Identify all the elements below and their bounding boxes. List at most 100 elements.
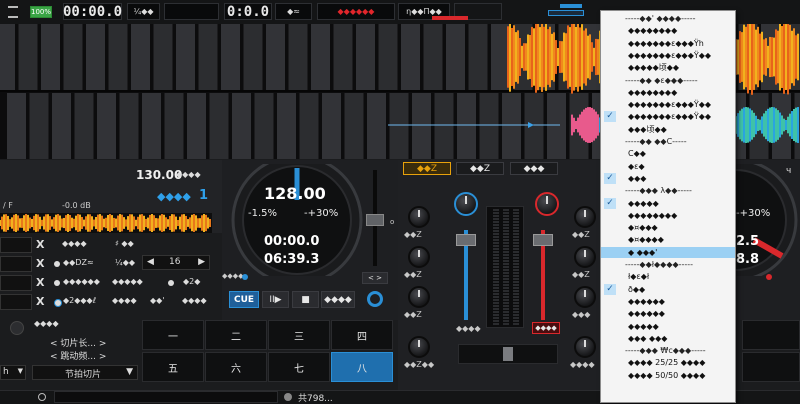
right-pad-bottom[interactable] [742,352,800,382]
menu-item[interactable]: ✓◆◆◆◆◆◆◆ε◆◆◆Ÿ◆◆ [601,111,735,122]
menu-item[interactable]: ◆◆◆◆◆◆ [601,296,735,307]
small-toggle-button[interactable]: ¼◆◆ [127,3,160,20]
gain-knob-left[interactable] [454,192,478,216]
mixer-tab-3[interactable]: ◆◆◆ [510,162,558,175]
menu-item[interactable]: ◆◆◆◆◆◆◆◆ [601,25,735,36]
clear-cue-1-button[interactable]: X [36,238,44,251]
gain-knob-right[interactable] [535,192,559,216]
cue-button[interactable]: CUE [229,291,259,308]
loop-row-2-label[interactable]: ◆◆DZ≈ [63,258,94,267]
pad-6[interactable]: 六 [205,352,267,382]
eq-low-knob-right[interactable] [574,286,596,308]
menu-item[interactable]: ◆◆◆◆◆顷◆◆ [601,62,735,73]
loop-half-button[interactable]: ¼◆◆ [115,258,135,267]
eq-low-knob-left[interactable] [408,286,430,308]
menu-item[interactable]: ◆◆◆◆◆◆◆◆ [601,87,735,98]
filter-dot-icon[interactable] [284,393,292,401]
pitch-nudge-button[interactable]: < > [362,272,388,284]
pad-3[interactable]: 三 [268,320,330,350]
loop-row-1-label[interactable]: ◆◆◆◆ [62,239,87,248]
loop-row-3-right[interactable]: ◆2◆ [183,277,200,286]
pad-1[interactable]: 一 [142,320,204,350]
crossfader-handle[interactable] [503,347,513,361]
menu-item[interactable]: ◆ ◆◆◆' [601,247,735,258]
pad-7[interactable]: 七 [268,352,330,382]
menu-item[interactable]: ✓◆◆◆ [601,173,735,184]
loop-slot-3[interactable] [0,275,32,291]
right-pad-top[interactable] [742,320,800,350]
loop-row-3-extra[interactable]: ◆◆◆◆◆ [112,277,143,286]
loop-row-4-right[interactable]: ◆◆◆◆ [182,296,207,305]
jump-rate-selector[interactable]: < 跳动频... > [50,349,106,362]
sync-label[interactable]: ◆◆◆◆ [157,190,191,203]
pitch-handle[interactable] [366,214,384,226]
menu-item[interactable]: ◆◆◆◆◆◆◆ε◆◆◆Ÿ◆◆ [601,50,735,61]
loop-row-4-mid[interactable]: ◆◆' [150,296,165,305]
menu-item[interactable]: C◆◆ [601,148,735,159]
loop-row-4-extra[interactable]: ◆◆◆◆ [112,296,137,305]
mixer-tab-1[interactable]: ◆◆Z [403,162,451,175]
search-icon[interactable] [38,393,46,401]
eq-high-knob-right[interactable] [574,206,596,228]
red-mode-button[interactable]: ◆◆◆◆◆◆ [317,3,395,20]
loop-slot-1[interactable] [0,237,32,253]
menu-item[interactable]: ◆◆◆◆◆ [601,321,735,332]
pad-4[interactable]: 四 [331,320,393,350]
vu-segment [503,260,509,262]
menu-item[interactable]: ✓ð◆◆ [601,284,735,295]
loop-record-icon[interactable] [367,291,383,307]
pad-5[interactable]: 五 [142,352,204,382]
menu-item[interactable]: ✓◆◆◆◆◆ [601,198,735,209]
row-3-dot-b [168,280,174,286]
mixer-bottom-left-label[interactable]: ◆◆◆◆ [456,324,481,333]
menu-item[interactable]: ◆◆◆ ◆◆◆ [601,333,735,344]
menu-item[interactable]: ◆◆◆◆◆◆◆ε◆◆◆Ÿh [601,38,735,49]
slicer-mode-dropdown[interactable]: 节拍切片 ▼ [32,365,138,380]
context-menu[interactable]: -----◆◆' ◆◆◆◆-----◆◆◆◆◆◆◆◆◆◆◆◆◆◆◆ε◆◆◆Ÿh◆… [600,10,736,403]
menu-item[interactable]: ◆◆◆◆◆◆◆ε◆◆◆Ÿ◆◆ [601,99,735,110]
eq-mid-knob-right[interactable] [574,246,596,268]
menu-item[interactable]: ◆◆◆◆◆◆ [601,308,735,319]
volume-fader-right[interactable] [533,234,553,246]
sync-button[interactable]: ◆◆◆◆ [321,291,355,308]
search-input[interactable] [54,391,278,403]
menu-item[interactable]: ◆◆◆◆ 50/50 ◆◆◆◆ [601,370,735,381]
menu-item[interactable]: ◆◆◆顷◆◆ [601,124,735,135]
stop-button[interactable]: ■ [292,291,319,308]
left-dropdown[interactable]: h ▼ [0,365,26,380]
play-pause-button[interactable]: II▶ [262,291,289,308]
loop-slot-4[interactable] [0,294,32,310]
menu-item[interactable]: ◆ε◆ [601,161,735,172]
eq-mid-knob-left[interactable] [408,246,430,268]
crossfader[interactable] [458,344,558,364]
pad-8[interactable]: 八 [331,352,393,382]
menu-item[interactable]: ◆¤◆◆◆◆ [601,234,735,245]
loop-length-decrease-icon[interactable]: ◀ [147,257,154,267]
volume-fader-left[interactable] [456,234,476,246]
mode-button[interactable]: ◆≈ [275,3,312,20]
loop-row-1-extra[interactable]: ♯ ◆◆ [115,239,134,248]
filter-knob-right[interactable] [574,336,596,358]
mixer-bottom-right-button[interactable]: ◆◆◆◆ [532,322,560,334]
clear-cue-4-button[interactable]: X [36,295,44,308]
menu-item[interactable]: ł◆ε◆ł [601,271,735,282]
eq-high-knob-left[interactable] [408,206,430,228]
pitch-slider-left[interactable]: o [364,170,386,270]
filter-knob-left[interactable] [408,336,430,358]
menu-icon[interactable] [0,3,26,20]
loop-length-increase-icon[interactable]: ▶ [198,257,205,267]
menu-item[interactable]: ◆◆◆◆ 25/25 ◆◆◆◆ [601,357,735,368]
loop-row-3-label[interactable]: ◆◆◆◆◆◆ [63,277,100,286]
slice-length-selector[interactable]: < 切片长... > [50,336,106,349]
loop-row-4-label[interactable]: ◆2◆◆◆ℓ [63,296,96,305]
mixer-tab-2[interactable]: ◆◆Z [456,162,504,175]
pad-2[interactable]: 二 [205,320,267,350]
loop-length-stepper[interactable]: ◀ 16 ▶ [142,255,210,270]
clear-cue-3-button[interactable]: X [36,276,44,289]
loop-slot-2[interactable] [0,256,32,272]
menu-item[interactable]: ◆¤◆◆◆ [601,222,735,233]
menu-item[interactable]: ◆◆◆◆◆◆◆◆ [601,210,735,221]
clear-cue-2-button[interactable]: X [36,257,44,270]
beat-block-bottom [502,93,521,159]
slicer-power-icon[interactable] [10,321,24,335]
